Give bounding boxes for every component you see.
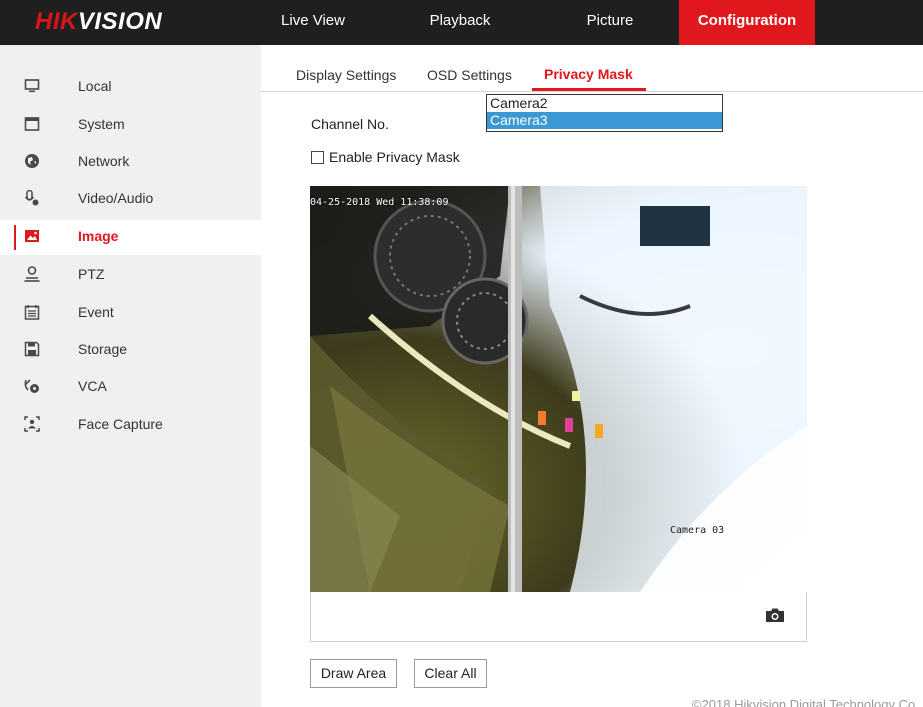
microphone-icon [24, 190, 39, 206]
sidebar-item-label: Local [78, 78, 112, 94]
logo-part-1: HIK [35, 8, 78, 35]
nav-configuration[interactable]: Configuration [679, 0, 815, 45]
tab-privacy-mask[interactable]: Privacy Mask [544, 66, 633, 82]
channel-dropdown-list[interactable]: Camera2 Camera3 [486, 94, 723, 132]
sidebar-item-label: Face Capture [78, 416, 163, 432]
video-scene [310, 186, 807, 592]
vca-icon [24, 379, 39, 393]
tab-osd-settings[interactable]: OSD Settings [427, 67, 512, 83]
window-icon [24, 117, 40, 131]
camera-snapshot-icon[interactable] [765, 607, 785, 623]
enable-privacy-mask-checkbox[interactable] [311, 151, 324, 164]
channel-option-camera3[interactable]: Camera3 [487, 112, 722, 129]
tab-display-settings[interactable]: Display Settings [296, 67, 396, 83]
active-indicator [14, 225, 16, 250]
sidebar-item-label: System [78, 116, 125, 132]
video-toolbar [310, 592, 807, 642]
hikvision-logo: HIKVISION [35, 8, 162, 36]
osd-timestamp: 04-25-2018 Wed 11:38:09 [310, 197, 449, 208]
sidebar-item-system[interactable]: System [0, 108, 261, 143]
sidebar-item-label: Storage [78, 341, 128, 357]
nav-live-view[interactable]: Live View [268, 0, 358, 45]
nav-playback[interactable]: Playback [410, 0, 510, 45]
sidebar-item-video-audio[interactable]: Video/Audio [0, 182, 261, 217]
sidebar-item-label: Video/Audio [78, 190, 154, 206]
sidebar-item-label: PTZ [78, 266, 105, 282]
channel-number-label: Channel No. [311, 116, 389, 132]
tab-divider [261, 91, 923, 92]
monitor-icon [24, 79, 40, 93]
draw-area-button[interactable]: Draw Area [310, 659, 397, 688]
sidebar-item-ptz[interactable]: PTZ [0, 258, 261, 293]
sidebar-item-label: Image [78, 228, 119, 244]
enable-privacy-mask-label: Enable Privacy Mask [329, 149, 460, 165]
enable-privacy-mask-row[interactable]: Enable Privacy Mask [311, 149, 460, 165]
sidebar-item-network[interactable]: Network [0, 145, 261, 180]
sidebar-item-local[interactable]: Local [0, 70, 261, 105]
calendar-icon [24, 305, 40, 320]
copyright-footer: ©2018 Hikvision Digital Technology Co., … [692, 697, 923, 707]
sidebar-item-face-capture[interactable]: Face Capture [0, 408, 261, 443]
sidebar: Local System Network Video/Audio Image P… [0, 45, 261, 707]
clear-all-button[interactable]: Clear All [414, 659, 487, 688]
sidebar-item-label: VCA [78, 378, 107, 394]
ptz-user-icon [24, 266, 40, 282]
logo-part-2: VISION [77, 8, 163, 35]
sidebar-item-label: Event [78, 304, 114, 320]
sidebar-item-image[interactable]: Image [0, 220, 261, 255]
live-video-feed[interactable]: 04-25-2018 Wed 11:38:09 Camera 03 [310, 186, 807, 592]
sidebar-item-vca[interactable]: VCA [0, 370, 261, 405]
osd-camera-name: Camera 03 [670, 525, 725, 536]
nav-picture[interactable]: Picture [560, 0, 660, 45]
image-icon [25, 230, 39, 242]
globe-icon [25, 154, 39, 168]
top-navigation-bar: HIKVISION Live View Playback Picture Con… [0, 0, 923, 45]
floppy-icon [24, 341, 40, 357]
face-capture-icon [24, 416, 40, 432]
sidebar-item-event[interactable]: Event [0, 296, 261, 331]
sidebar-item-storage[interactable]: Storage [0, 333, 261, 368]
channel-option-camera2[interactable]: Camera2 [487, 95, 722, 112]
sidebar-item-label: Network [78, 153, 130, 169]
